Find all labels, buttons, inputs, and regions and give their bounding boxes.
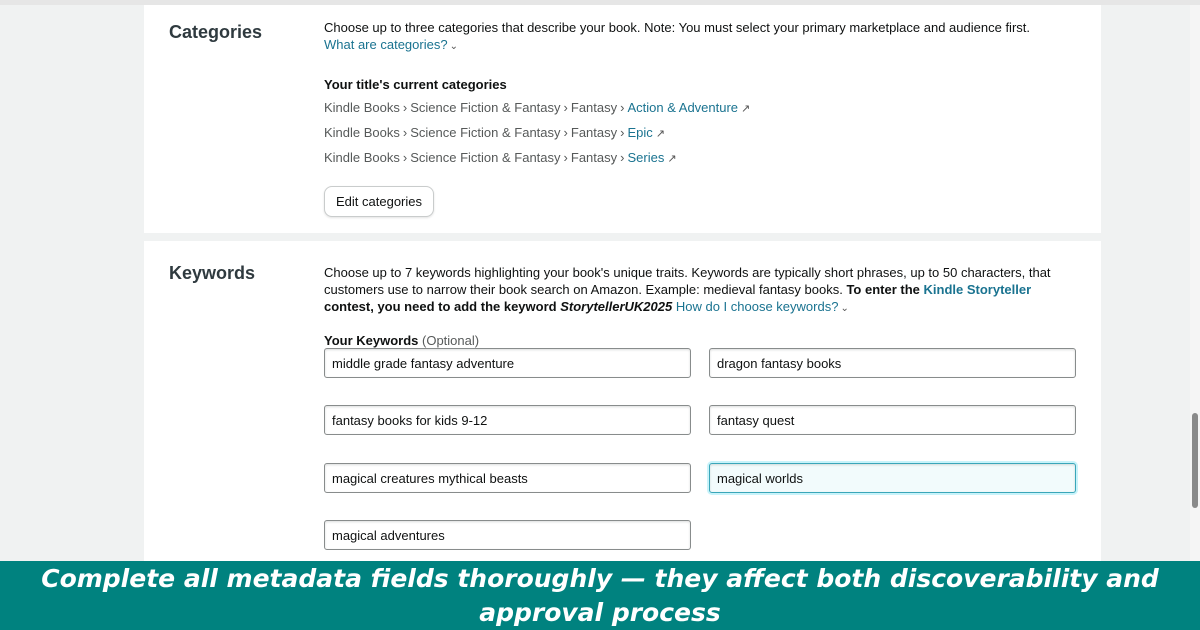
what-are-categories-link[interactable]: What are categories?: [324, 37, 448, 52]
category-crumb: Science Fiction & Fantasy: [410, 150, 561, 165]
optional-label: (Optional): [422, 333, 480, 348]
category-row: Kindle Books › Science Fiction & Fantasy › F…: [324, 124, 1076, 143]
your-keywords-label: Your Keywords (Optional): [324, 332, 1076, 349]
chevron-down-icon: ⌄: [840, 303, 849, 314]
kindle-storyteller-link[interactable]: Kindle Storyteller: [924, 282, 1032, 297]
how-to-choose-keywords-link[interactable]: How do I choose keywords?: [676, 299, 839, 314]
category-crumb: Kindle Books: [324, 150, 400, 165]
contest-text-1: To enter the: [846, 282, 920, 297]
edit-categories-button[interactable]: Edit categories: [324, 186, 434, 217]
categories-help-row: What are categories? ⌄: [324, 36, 1076, 55]
contest-keyword: StorytellerUK2025: [560, 299, 673, 314]
keywords-heading: Keywords: [169, 263, 256, 283]
breadcrumb-separator: ›: [402, 100, 408, 115]
category-crumb: Fantasy: [570, 125, 618, 140]
breadcrumb-separator: ›: [563, 150, 568, 165]
breadcrumb-separator: ›: [620, 150, 625, 165]
current-categories-title: Your title's current categories: [324, 77, 507, 92]
tip-banner: Complete all metadata fields thoroughly …: [0, 561, 1200, 630]
external-link-icon[interactable]: ↗: [741, 103, 750, 115]
categories-content: Choose up to three categories that descr…: [324, 19, 1076, 217]
categories-section: Categories Choose up to three categories…: [144, 5, 1101, 233]
keyword-input-2[interactable]: [709, 348, 1076, 378]
keywords-label-text: Your Keywords: [324, 333, 419, 348]
keyword-input-6[interactable]: [709, 463, 1076, 493]
categories-description: Choose up to three categories that descr…: [324, 20, 1030, 35]
breadcrumb-separator: ›: [402, 125, 408, 140]
chevron-down-icon: ⌄: [449, 41, 458, 52]
breadcrumb-separator: ›: [563, 100, 568, 115]
contest-text-2: contest, you need to add the keyword: [324, 299, 557, 314]
breadcrumb-separator: ›: [563, 125, 568, 140]
categories-heading: Categories: [169, 22, 263, 42]
category-leaf-link[interactable]: Series: [627, 150, 664, 165]
category-leaf-link[interactable]: Action & Adventure: [627, 100, 738, 115]
category-row: Kindle Books › Science Fiction & Fantasy › F…: [324, 99, 1076, 118]
keyword-input-5[interactable]: [324, 463, 691, 493]
keyword-input-7[interactable]: [324, 520, 691, 550]
category-crumb: Kindle Books: [324, 125, 400, 140]
category-crumb: Science Fiction & Fantasy: [410, 125, 561, 140]
category-crumb: Fantasy: [570, 100, 618, 115]
keywords-section: Keywords Choose up to 7 keywords highlig…: [144, 241, 1101, 571]
keywords-content: Choose up to 7 keywords highlighting you…: [324, 264, 1076, 349]
keyword-input-4[interactable]: [709, 405, 1076, 435]
category-leaf-link[interactable]: Epic: [627, 125, 652, 140]
breadcrumb-separator: ›: [620, 100, 625, 115]
external-link-icon[interactable]: ↗: [667, 153, 676, 165]
keyword-input-1[interactable]: [324, 348, 691, 378]
scrollbar-thumb[interactable]: [1192, 413, 1198, 508]
breadcrumb-separator: ›: [620, 125, 625, 140]
category-row: Kindle Books › Science Fiction & Fantasy › F…: [324, 149, 1076, 168]
category-crumb: Science Fiction & Fantasy: [410, 100, 561, 115]
category-crumb: Kindle Books: [324, 100, 400, 115]
external-link-icon[interactable]: ↗: [656, 128, 665, 140]
breadcrumb-separator: ›: [402, 150, 408, 165]
keywords-description: Choose up to 7 keywords highlighting you…: [324, 264, 1076, 317]
category-crumb: Fantasy: [570, 150, 618, 165]
keyword-input-3[interactable]: [324, 405, 691, 435]
